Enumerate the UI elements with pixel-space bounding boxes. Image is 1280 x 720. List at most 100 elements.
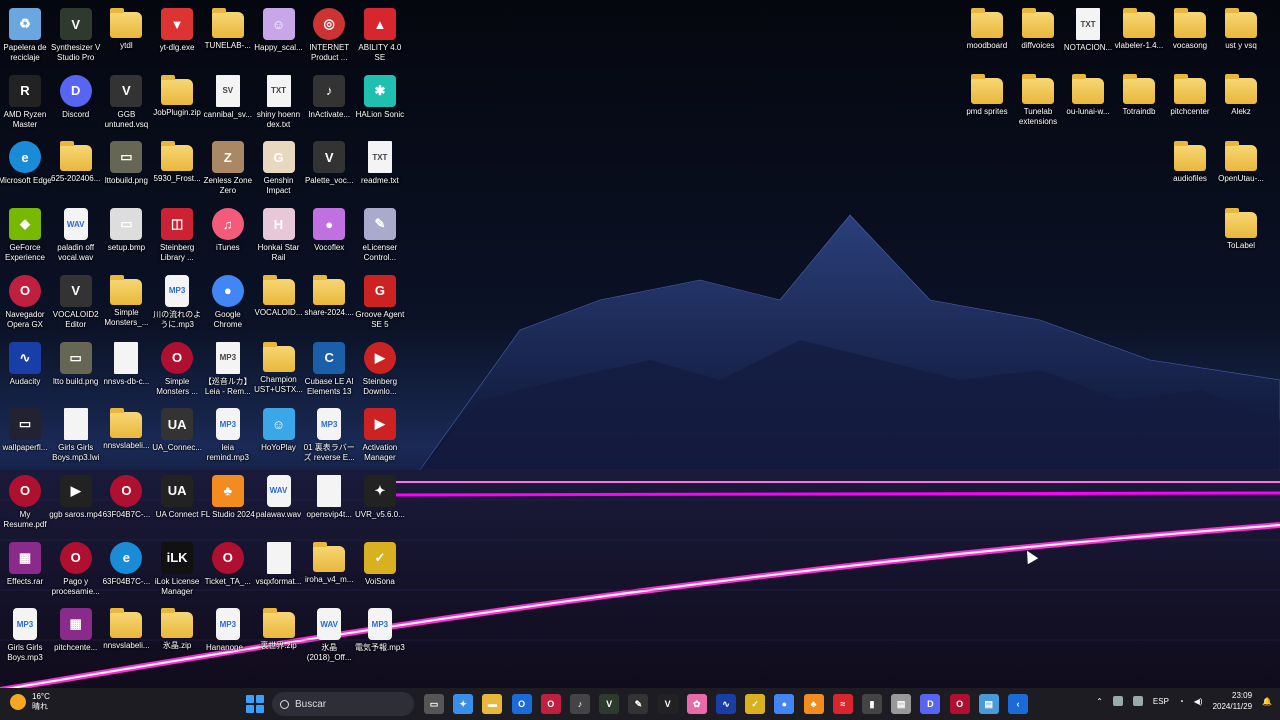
chrome-taskbar-icon[interactable]: ● bbox=[774, 694, 795, 714]
kawa-mp3-desktop-icon[interactable]: MP3 川の流れのように.mp3 bbox=[152, 271, 202, 333]
opera-taskbar-icon[interactable]: O bbox=[540, 694, 561, 714]
alekz-folder-desktop-icon[interactable]: Alekz bbox=[1216, 70, 1266, 132]
63f04b7c-2-desktop-icon[interactable]: e 63F04B7C-... bbox=[101, 538, 151, 600]
discord-taskbar-icon[interactable]: D bbox=[920, 694, 941, 714]
start-button[interactable] bbox=[246, 695, 264, 713]
ytdl-folder-desktop-icon[interactable]: ytdl bbox=[101, 4, 151, 66]
zenless-desktop-icon[interactable]: Z Zenless Zone Zero bbox=[203, 137, 253, 199]
paint-taskbar-icon[interactable]: ✿ bbox=[686, 694, 707, 714]
paladin-wav-desktop-icon[interactable]: WAV paladin off vocal.wav bbox=[51, 204, 101, 266]
tray-chevron-icon[interactable]: ⌃ bbox=[1096, 697, 1103, 706]
vocoflex-desktop-icon[interactable]: ● Vocoflex bbox=[304, 204, 354, 266]
groove-agent-desktop-icon[interactable]: G Groove Agent SE 5 bbox=[355, 271, 405, 333]
uvr-desktop-icon[interactable]: ✦ UVR_v5.6.0... bbox=[355, 471, 405, 533]
cubase-taskbar-icon[interactable]: ≈ bbox=[832, 694, 853, 714]
63f04b7c-1-desktop-icon[interactable]: O 63F04B7C-... bbox=[101, 471, 151, 533]
opera-gx-desktop-icon[interactable]: O Navegador Opera GX bbox=[0, 271, 50, 333]
amd-ryzen-desktop-icon[interactable]: R AMD Ryzen Master bbox=[0, 71, 50, 133]
pitchcenter-rar-desktop-icon[interactable]: ▦ pitchcente... bbox=[51, 604, 101, 666]
ua-connect-desktop-icon[interactable]: UA UA Connect bbox=[152, 471, 202, 533]
itunes-desktop-icon[interactable]: ♫ iTunes bbox=[203, 204, 253, 266]
tray-cloud-icon[interactable] bbox=[1112, 696, 1123, 706]
effects-rar-desktop-icon[interactable]: ▦ Effects.rar bbox=[0, 538, 50, 600]
ua-connect-shortcut-desktop-icon[interactable]: UA UA_Connec... bbox=[152, 404, 202, 466]
hananone-desktop-icon[interactable]: MP3 Hananone... bbox=[203, 604, 253, 666]
yt-dlg-desktop-icon[interactable]: ▼ yt-dlg.exe bbox=[152, 4, 202, 66]
nnsvslabel-2-desktop-icon[interactable]: nnsvslabeli... bbox=[101, 604, 151, 666]
pmd-sprites-folder-desktop-icon[interactable]: pmd sprites bbox=[962, 70, 1012, 132]
geforce-desktop-icon[interactable]: ◆ GeForce Experience bbox=[0, 204, 50, 266]
simple-monsters-folder-desktop-icon[interactable]: Simple Monsters_... bbox=[101, 271, 151, 333]
volume-icon[interactable]: ◀) bbox=[1194, 697, 1203, 706]
leia-rem-desktop-icon[interactable]: MP3 【巡音ルカ】Leia - Rem... bbox=[203, 338, 253, 400]
fl-taskbar-icon[interactable]: ♣ bbox=[803, 694, 824, 714]
leia-remind-desktop-icon[interactable]: MP3 leia remind.mp3 bbox=[203, 404, 253, 466]
folder-5930-desktop-icon[interactable]: 5930_Frost... bbox=[152, 137, 202, 199]
wallpaper-desktop-icon[interactable]: ▭ wallpaperfl... bbox=[0, 404, 50, 466]
shiny-hoenn-desktop-icon[interactable]: TXT shiny hoenn dex.txt bbox=[254, 71, 304, 133]
steinberg-library-desktop-icon[interactable]: ◫ Steinberg Library ... bbox=[152, 204, 202, 266]
tray-mic-icon[interactable] bbox=[1132, 696, 1143, 706]
ticket-desktop-icon[interactable]: O Ticket_TA_... bbox=[203, 538, 253, 600]
copilot-icon[interactable]: ✦ bbox=[453, 694, 474, 714]
girls-girls-mp3-desktop-icon[interactable]: MP3 Girls Girls Boys.mp3 bbox=[0, 604, 50, 666]
hoyoplay-desktop-icon[interactable]: ☺ HoYoPlay bbox=[254, 404, 304, 466]
tunelab-taskbar-icon[interactable]: ♪ bbox=[570, 694, 590, 714]
opensvip-desktop-icon[interactable]: opensvip4t... bbox=[304, 471, 354, 533]
my-resume-desktop-icon[interactable]: O My Resume.pdf bbox=[0, 471, 50, 533]
readme-desktop-icon[interactable]: TXT readme.txt bbox=[355, 137, 405, 199]
pago-desktop-icon[interactable]: O Pago y procesamie... bbox=[51, 538, 101, 600]
ilok-desktop-icon[interactable]: iLK iLok License Manager bbox=[152, 538, 202, 600]
discord-desktop-icon[interactable]: D Discord bbox=[51, 71, 101, 133]
outlook-icon[interactable]: O bbox=[511, 694, 532, 714]
champion-ust-desktop-icon[interactable]: Champion UST+USTX... bbox=[254, 338, 304, 400]
synthesizer-v-desktop-icon[interactable]: V Synthesizer V Studio Pro bbox=[51, 4, 101, 66]
honkai-desktop-icon[interactable]: H Honkai Star Rail bbox=[254, 204, 304, 266]
totraindb-folder-desktop-icon[interactable]: Totraindb bbox=[1114, 70, 1164, 132]
operagx-taskbar-icon[interactable]: O bbox=[949, 694, 970, 714]
notification-bell-icon[interactable]: 🔔 bbox=[1262, 697, 1272, 706]
vlabeler-folder-desktop-icon[interactable]: vlabeler-1.4... bbox=[1114, 4, 1164, 66]
palawav-desktop-icon[interactable]: WAV palawav.wav bbox=[254, 471, 304, 533]
edge-desktop-icon[interactable]: e Microsoft Edge bbox=[0, 137, 52, 199]
urasekai-zip-desktop-icon[interactable]: 裏世界.zip bbox=[254, 604, 304, 666]
girls-girls-lwi-desktop-icon[interactable]: Girls Girls Boys.mp3.lwi bbox=[51, 404, 101, 466]
pitchcenter-folder-desktop-icon[interactable]: pitchcenter bbox=[1165, 70, 1215, 132]
code-taskbar-icon[interactable]: ‹ bbox=[1008, 694, 1028, 714]
simple-monsters-desktop-icon[interactable]: O Simple Monsters ... bbox=[152, 338, 202, 400]
cannibal-desktop-icon[interactable]: SV cannibal_sv... bbox=[203, 71, 253, 133]
iroha-desktop-icon[interactable]: iroha_v4_m... bbox=[304, 538, 354, 600]
hyousho-zip-desktop-icon[interactable]: 氷晶.zip bbox=[152, 604, 202, 666]
recycle-bin-desktop-icon[interactable]: ♻ Papelera de reciclaje bbox=[0, 4, 50, 66]
openutau-folder-desktop-icon[interactable]: OpenUtau-... bbox=[1216, 137, 1266, 199]
nnsvslabel-folder-desktop-icon[interactable]: nnsvslabeli... bbox=[101, 404, 151, 466]
diffvoices-folder-desktop-icon[interactable]: diffvoices bbox=[1013, 4, 1063, 66]
notacion-desktop-icon[interactable]: TXT NOTACION... bbox=[1063, 4, 1113, 66]
ust-vsq-folder-desktop-icon[interactable]: ust y vsq bbox=[1216, 4, 1266, 66]
ggb-untuned-desktop-icon[interactable]: V GGB untuned.vsq bbox=[101, 71, 151, 133]
denki-mp3-desktop-icon[interactable]: MP3 電気予報.mp3 bbox=[355, 604, 405, 666]
ltto-build-desktop-icon[interactable]: ▭ lttobuild.png bbox=[101, 137, 151, 199]
notes-taskbar-icon[interactable]: ▤ bbox=[978, 694, 999, 714]
vocasong-folder-desktop-icon[interactable]: vocasong bbox=[1165, 4, 1215, 66]
ggb-saros-desktop-icon[interactable]: ▶ ggb saros.mp4 bbox=[49, 471, 102, 533]
moodboard-folder-desktop-icon[interactable]: moodboard bbox=[962, 4, 1012, 66]
ou-lunai-folder-desktop-icon[interactable]: ou-lunai-w... bbox=[1063, 70, 1113, 132]
taskbar-search-box[interactable]: Buscar bbox=[272, 692, 414, 716]
ability-desktop-icon[interactable]: ▲ ABILITY 4.0 SE bbox=[355, 4, 405, 66]
notepad-taskbar-icon[interactable]: ▤ bbox=[891, 694, 912, 714]
tunelab-ext-folder-desktop-icon[interactable]: Tunelab extensions bbox=[1013, 70, 1063, 132]
chrome-desktop-icon[interactable]: ● Google Chrome bbox=[203, 271, 253, 333]
ltto-build-png-desktop-icon[interactable]: ▭ ltto build.png bbox=[51, 338, 101, 400]
vsqxformat-desktop-icon[interactable]: vsqxformat... bbox=[254, 538, 304, 600]
tunelab-folder-desktop-icon[interactable]: TUNELAB-... bbox=[203, 4, 253, 66]
tolabel-folder-desktop-icon[interactable]: ToLabel bbox=[1216, 204, 1266, 266]
vocaloid-folder-desktop-icon[interactable]: VOCALOID... bbox=[254, 271, 304, 333]
genshin-desktop-icon[interactable]: G Genshin Impact bbox=[254, 137, 304, 199]
voisona-desktop-icon[interactable]: ✓ VoiSona bbox=[355, 538, 405, 600]
tray-language[interactable]: ESP bbox=[1153, 697, 1169, 706]
wifi-icon[interactable]: ◔ bbox=[1179, 697, 1184, 706]
inactivate-desktop-icon[interactable]: ♪ InActivate... bbox=[304, 71, 354, 133]
tray-clock[interactable]: 23:09 2024/11/29 bbox=[1213, 690, 1252, 712]
elicenser-desktop-icon[interactable]: ✎ eLicenser Control... bbox=[355, 204, 405, 266]
